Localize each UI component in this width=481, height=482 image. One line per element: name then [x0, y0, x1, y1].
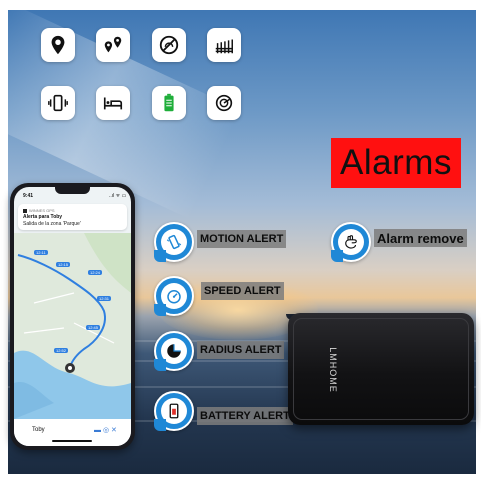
battery-alert-badge	[154, 391, 194, 431]
speed-alert-label: SPEED ALERT	[201, 282, 284, 300]
home-indicator	[52, 440, 92, 442]
map-time-label: 12:15	[56, 262, 71, 267]
battery-icon	[152, 86, 186, 120]
motion-alert-label: MOTION ALERT	[197, 230, 287, 248]
map-time-label: 12:24	[88, 270, 103, 275]
pet-name: Toby	[32, 427, 45, 433]
badge-tail	[331, 250, 343, 262]
badge-tail	[154, 250, 166, 262]
alarms-title-box: Alarms	[331, 138, 461, 188]
badge-tail	[154, 419, 166, 431]
gps-tracker-device: LMHOME	[288, 313, 474, 425]
map-view[interactable]: 12:11 12:15 12:24 12:31 12:45 12:52	[14, 233, 131, 419]
alarm-remove-label: Alarm remove	[374, 229, 467, 247]
product-image: Alarms 9:41 ..ıl ᯤ ▭ WINNES GPS Alerta p…	[0, 0, 481, 482]
status-time: 9:41	[23, 193, 34, 199]
device-edge	[293, 318, 469, 420]
alarm-remove-badge	[331, 222, 371, 262]
location-pin-icon	[41, 28, 75, 62]
radius-alert-label: RADIUS ALERT	[197, 341, 285, 359]
notification-app-name: WINNES GPS	[23, 208, 55, 213]
motion-alert-badge	[154, 222, 194, 262]
map-time-label: 12:11	[34, 250, 48, 255]
alarms-title: Alarms	[340, 143, 452, 182]
notification-title: Alerta para Toby	[23, 214, 63, 220]
speed-alert-badge	[154, 276, 194, 316]
map-time-label: 12:31	[97, 296, 112, 301]
smartphone: 9:41 ..ıl ᯤ ▭ WINNES GPS Alerta para Tob…	[10, 183, 135, 450]
multi-location-icon	[96, 28, 130, 62]
phone-screen: 9:41 ..ıl ᯤ ▭ WINNES GPS Alerta para Tob…	[14, 187, 131, 446]
no-speeding-icon	[152, 28, 186, 62]
bed-icon	[96, 86, 130, 120]
map-time-label: 12:45	[86, 325, 101, 330]
phone-bottom-bar: Toby ▬ ◎ ✕	[14, 419, 131, 446]
badge-tail	[154, 359, 166, 371]
battery-alert-label: BATTERY ALERT	[197, 407, 293, 425]
phone-notch	[55, 187, 90, 194]
status-icons: ..ıl ᯤ ▭	[109, 193, 127, 199]
badge-tail	[154, 304, 166, 316]
map-time-label: 12:52	[54, 348, 69, 353]
map-graphic	[14, 233, 131, 419]
device-brand-label: LMHOME	[328, 347, 339, 393]
bottom-action-icons[interactable]: ▬ ◎ ✕	[94, 426, 117, 434]
vibration-icon	[41, 86, 75, 120]
radius-alert-badge	[154, 331, 194, 371]
notification-body: Salida de la zona 'Parque'	[23, 221, 81, 227]
push-notification[interactable]: WINNES GPS Alerta para Toby Salida de la…	[18, 204, 127, 230]
radar-icon	[207, 86, 241, 120]
fence-icon	[207, 28, 241, 62]
